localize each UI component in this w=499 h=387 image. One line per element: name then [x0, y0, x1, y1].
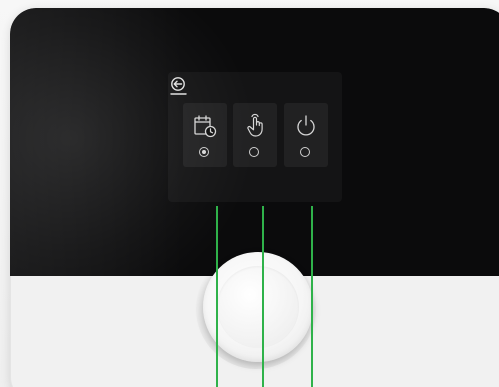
- mode-schedule-radio[interactable]: [199, 147, 209, 157]
- rotary-dial[interactable]: [203, 252, 313, 362]
- mode-selector: [183, 103, 343, 173]
- calendar-clock-icon: [192, 113, 218, 139]
- mode-schedule-tile[interactable]: [183, 103, 227, 167]
- guide-line-schedule: [216, 206, 218, 387]
- guide-line-manual: [262, 206, 264, 387]
- guide-line-off: [311, 206, 313, 387]
- dial-cap: [217, 266, 299, 348]
- touch-hand-icon: [242, 113, 268, 139]
- mode-off-tile[interactable]: [284, 103, 328, 167]
- mode-off-radio[interactable]: [300, 147, 310, 157]
- thermostat-scene: [0, 0, 499, 387]
- power-icon: [293, 113, 319, 139]
- mode-manual-radio[interactable]: [249, 147, 259, 157]
- mode-manual-tile[interactable]: [233, 103, 277, 167]
- back-arrow-icon[interactable]: [170, 76, 188, 98]
